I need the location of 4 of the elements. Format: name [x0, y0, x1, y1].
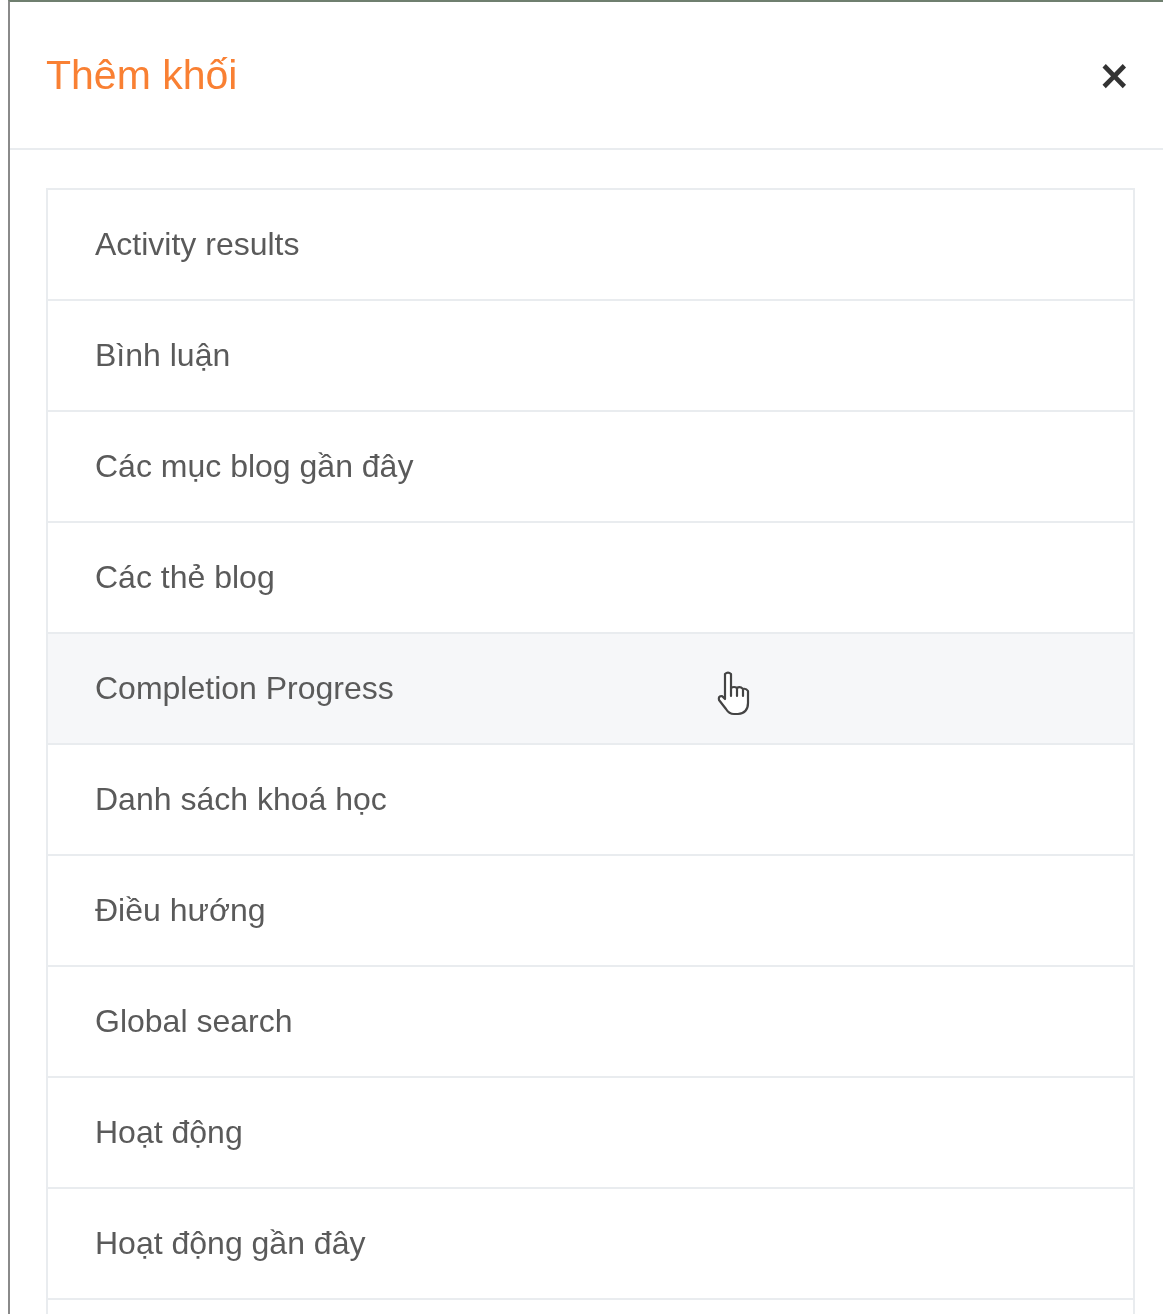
hand-cursor-icon — [716, 670, 752, 716]
dialog-title: Thêm khối — [46, 51, 238, 99]
close-button[interactable]: × — [1093, 55, 1135, 95]
block-list-item[interactable]: Completion Progress — [48, 634, 1133, 745]
